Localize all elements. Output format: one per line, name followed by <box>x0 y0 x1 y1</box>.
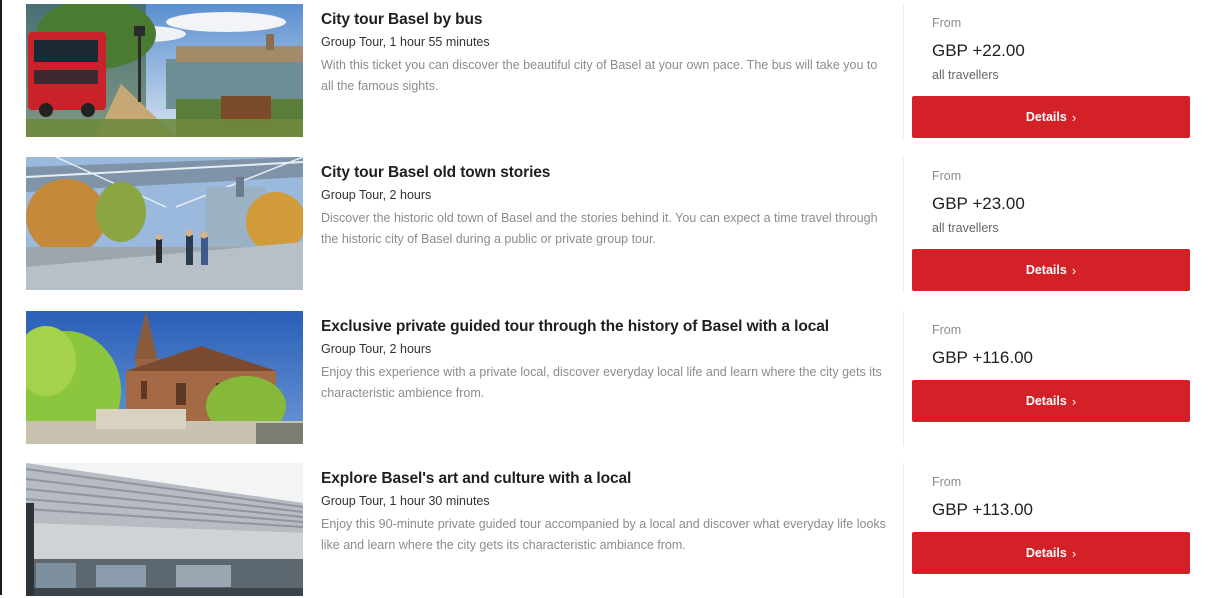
left-border <box>0 0 2 595</box>
price: GBP +113.00 <box>932 500 1033 519</box>
travellers-label: all travellers <box>932 68 999 82</box>
tour-image-modern-hall[interactable] <box>26 463 303 596</box>
price-box: From GBP +113.00 Details › <box>912 463 1190 574</box>
tour-card: Exclusive private guided tour through th… <box>26 311 1196 446</box>
details-button-label: Details <box>1025 546 1067 560</box>
details-button-label: Details <box>1025 394 1067 408</box>
price: GBP +23.00 <box>932 194 1025 213</box>
price-box: From GBP +23.00 all travellers Details › <box>912 157 1190 291</box>
tour-title[interactable]: City tour Basel old town stories <box>321 163 891 182</box>
chevron-right-icon: › <box>1071 262 1077 278</box>
price-box: From GBP +116.00 Details › <box>912 311 1190 422</box>
tour-card: City tour Basel by bus Group Tour, 1 hou… <box>26 4 1196 139</box>
details-button[interactable]: Details › <box>912 380 1190 422</box>
chevron-right-icon: › <box>1071 393 1077 409</box>
tour-title[interactable]: City tour Basel by bus <box>321 10 891 29</box>
tour-meta: Group Tour, 2 hours <box>321 342 432 356</box>
tour-description: Discover the historic old town of Basel … <box>321 211 878 246</box>
details-button[interactable]: Details › <box>912 532 1190 574</box>
tour-description: Enjoy this experience with a private loc… <box>321 365 882 400</box>
price: GBP +116.00 <box>932 348 1033 367</box>
from-label: From <box>932 323 962 337</box>
card-divider <box>903 311 904 446</box>
card-divider <box>903 463 904 598</box>
tour-image-cathedral[interactable] <box>26 311 303 444</box>
details-button[interactable]: Details › <box>912 96 1190 138</box>
tour-description: Enjoy this 90-minute private guided tour… <box>321 517 886 552</box>
from-label: From <box>932 169 962 183</box>
price-box: From GBP +22.00 all travellers Details › <box>912 4 1190 138</box>
card-divider <box>903 157 904 292</box>
details-button[interactable]: Details › <box>912 249 1190 291</box>
chevron-right-icon: › <box>1071 109 1077 125</box>
details-button-label: Details <box>1025 263 1067 277</box>
tour-title[interactable]: Exclusive private guided tour through th… <box>321 317 891 336</box>
chevron-right-icon: › <box>1071 545 1077 561</box>
tour-description: With this ticket you can discover the be… <box>321 58 878 93</box>
tour-card: City tour Basel old town stories Group T… <box>26 157 1196 292</box>
travellers-label: all travellers <box>932 221 999 235</box>
tour-image-old-town-plaza[interactable] <box>26 157 303 290</box>
tour-image-bus-riverside[interactable] <box>26 4 303 137</box>
from-label: From <box>932 16 962 30</box>
tour-meta: Group Tour, 1 hour 55 minutes <box>321 35 490 49</box>
card-divider <box>903 4 904 139</box>
tour-meta: Group Tour, 2 hours <box>321 188 432 202</box>
tour-meta: Group Tour, 1 hour 30 minutes <box>321 494 490 508</box>
tour-card: Explore Basel's art and culture with a l… <box>26 463 1196 598</box>
tour-title[interactable]: Explore Basel's art and culture with a l… <box>321 469 891 488</box>
price: GBP +22.00 <box>932 41 1025 60</box>
details-button-label: Details <box>1025 110 1067 124</box>
from-label: From <box>932 475 962 489</box>
